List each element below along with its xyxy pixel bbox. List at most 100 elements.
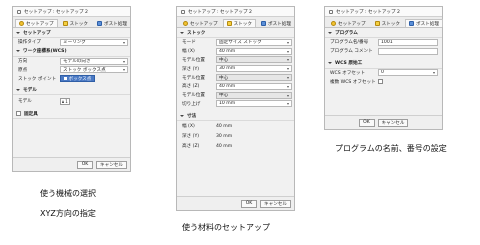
spinner-icon xyxy=(287,68,289,71)
cut-up-label: 切り上げ xyxy=(182,101,201,107)
height-input[interactable]: 40 mm xyxy=(216,82,292,90)
chip-label: ボックス点 xyxy=(68,76,92,82)
section-stock[interactable]: ストック xyxy=(177,28,294,38)
tab-label: ポスト処理 xyxy=(415,21,439,27)
model-row: モデル 1 xyxy=(13,95,130,107)
dim-depth-value: 30 mm xyxy=(216,133,233,139)
select-value: 中心 xyxy=(219,75,229,81)
fixture-checkbox[interactable] xyxy=(16,111,21,117)
cancel-button[interactable]: キャンセル xyxy=(96,160,127,169)
model-position-x-label: モデル位置 xyxy=(182,57,205,63)
program-name-input[interactable]: 1001 xyxy=(378,38,438,46)
model-position-y-row: モデル位置 中心 xyxy=(177,73,294,82)
ok-button[interactable]: OK xyxy=(77,160,94,169)
setup-icon xyxy=(19,21,24,26)
section-title: 寸法 xyxy=(187,113,197,119)
dim-height-label: 高さ (Z) xyxy=(182,144,200,150)
spinner-icon xyxy=(433,72,435,75)
tab-stock[interactable]: ストック xyxy=(222,19,256,27)
stock-icon xyxy=(226,21,232,26)
input-value: 40 mm xyxy=(219,83,236,89)
section-fixture[interactable]: 固定具 xyxy=(13,109,130,120)
program-comment-label: プログラム コメント xyxy=(330,49,373,55)
section-setup[interactable]: セットアップ xyxy=(13,28,130,38)
caption-program-name: プログラムの名前、番号の設定 xyxy=(335,144,447,153)
model-position-y-select[interactable]: 中心 xyxy=(216,74,292,82)
tab-setup[interactable]: セットアップ xyxy=(15,19,58,27)
collapse-icon xyxy=(328,62,332,65)
dialog-title: セットアップ : セットアップ 2 xyxy=(188,9,252,15)
setup-dialog-post-process-tab: セットアップ : セットアップ 2 セットアップ ストック ポスト処理 プログラ… xyxy=(324,6,443,130)
caption-stock-setup: 使う材料のセットアップ xyxy=(182,223,270,232)
stock-point-select-button[interactable]: ボックス点 xyxy=(60,75,96,83)
model-select-button[interactable]: 1 xyxy=(60,97,70,105)
wcs-offset-input[interactable]: 0 xyxy=(378,69,438,77)
chevron-down-icon xyxy=(287,59,289,62)
ok-button[interactable]: OK xyxy=(241,199,258,208)
ok-button[interactable]: OK xyxy=(358,118,375,127)
program-comment-input[interactable] xyxy=(378,47,438,55)
spinner-icon xyxy=(287,50,289,53)
select-value: 固定サイズ ストック xyxy=(219,40,262,46)
dialog-titlebar: セットアップ : セットアップ 2 xyxy=(13,7,130,17)
dim-height-row: 高さ (Z) 40 mm xyxy=(177,141,294,151)
dialog-footer: OK キャンセル xyxy=(325,115,442,129)
direction-row: 方向 モデルの向き xyxy=(13,57,130,66)
cancel-button[interactable]: キャンセル xyxy=(260,199,291,208)
mode-select[interactable]: 固定サイズ ストック xyxy=(216,38,292,46)
direction-select[interactable]: モデルの向き xyxy=(60,57,128,65)
model-position-y-label: モデル位置 xyxy=(182,75,205,81)
program-name-row: プログラム名/番号 1001 xyxy=(325,38,442,47)
stock-point-label: ストック ポイント xyxy=(18,76,57,82)
chevron-down-icon xyxy=(287,41,289,44)
input-value: 40 mm xyxy=(219,48,236,54)
setup-icon xyxy=(183,21,188,26)
post-process-icon xyxy=(408,21,414,26)
tab-setup[interactable]: セットアップ xyxy=(327,19,370,27)
width-row: 幅 (X) 40 mm xyxy=(177,47,294,56)
dialog-title: セットアップ : セットアップ 2 xyxy=(336,9,400,15)
depth-label: 深さ (Y) xyxy=(182,66,200,72)
post-process-icon xyxy=(96,21,102,26)
tab-stock[interactable]: ストック xyxy=(371,19,404,27)
multi-wcs-checkbox[interactable] xyxy=(378,79,383,85)
origin-select[interactable]: ストック ボックス点 xyxy=(60,66,128,74)
mode-label: モード xyxy=(182,40,196,46)
width-input[interactable]: 40 mm xyxy=(216,47,292,55)
tab-post-process[interactable]: ポスト処理 xyxy=(404,19,443,27)
caption-xyz-direction: XYZ方向の指定 xyxy=(40,209,96,218)
section-wcs[interactable]: WCS 原始工 xyxy=(325,59,442,69)
tab-post-process[interactable]: ポスト処理 xyxy=(257,19,295,27)
tab-post-process[interactable]: ポスト処理 xyxy=(93,19,131,27)
setup-icon xyxy=(331,21,336,26)
tab-label: ストック xyxy=(233,21,252,27)
section-title: ワーク座標系(WCS) xyxy=(23,49,67,55)
tab-stock[interactable]: ストック xyxy=(59,19,92,27)
operation-type-label: 操作タイプ xyxy=(18,40,41,46)
spinner-icon xyxy=(287,85,289,88)
section-wcs[interactable]: ワーク座標系(WCS) xyxy=(13,47,130,57)
section-dimensions[interactable]: 寸法 xyxy=(177,111,294,122)
direction-label: 方向 xyxy=(18,59,28,65)
collapse-icon xyxy=(16,50,20,53)
tab-label: ストック xyxy=(69,21,88,27)
tab-bar: セットアップ ストック ポスト処理 xyxy=(177,17,294,28)
operation-type-select[interactable]: ミーリング xyxy=(60,38,128,46)
section-program[interactable]: プログラム xyxy=(325,28,442,38)
model-position-x-select[interactable]: 中心 xyxy=(216,56,292,64)
tab-label: セットアップ xyxy=(26,21,54,27)
section-title: WCS 原始工 xyxy=(335,61,363,67)
input-value: 1001 xyxy=(381,39,393,45)
depth-input[interactable]: 30 mm xyxy=(216,65,292,73)
dim-width-row: 幅 (X) 40 mm xyxy=(177,121,294,131)
dialog-footer: OK キャンセル xyxy=(13,157,130,171)
program-comment-row: プログラム コメント xyxy=(325,47,442,56)
cancel-button[interactable]: キャンセル xyxy=(377,118,409,127)
cut-up-input[interactable]: 10 mm xyxy=(216,100,292,108)
stock-icon xyxy=(62,21,68,26)
model-position-z-select[interactable]: 中心 xyxy=(216,91,292,99)
setup-dialog-setup-tab: セットアップ : セットアップ 2 セットアップ ストック ポスト処理 セットア… xyxy=(12,6,131,172)
section-model[interactable]: モデル xyxy=(13,85,130,96)
dim-depth-row: 深さ (Y) 30 mm xyxy=(177,131,294,141)
tab-setup[interactable]: セットアップ xyxy=(179,19,222,27)
